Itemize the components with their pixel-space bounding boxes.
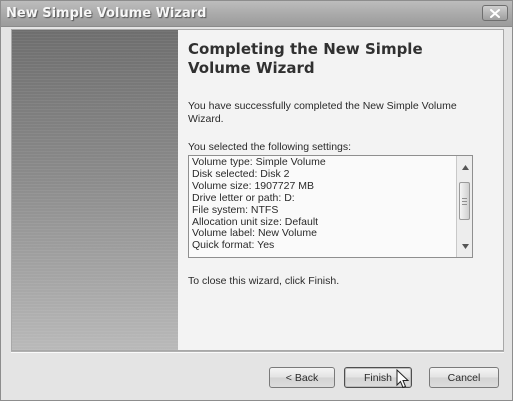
scroll-thumb[interactable] xyxy=(459,182,470,220)
close-instruction: To close this wizard, click Finish. xyxy=(188,275,340,287)
chevron-down-icon xyxy=(461,243,469,249)
back-button[interactable]: < Back xyxy=(269,367,335,388)
close-icon xyxy=(490,8,500,18)
setting-drive-letter: Drive letter or path: D: xyxy=(192,191,295,204)
settings-list: Volume type: Simple Volume Disk selected… xyxy=(192,156,454,252)
settings-summary-box[interactable]: Volume type: Simple Volume Disk selected… xyxy=(188,155,473,258)
scroll-down-button[interactable] xyxy=(459,240,471,252)
grip-icon xyxy=(462,197,467,205)
wizard-main-area: Completing the New Simple Volume Wizard … xyxy=(178,30,503,350)
setting-file-system: File system: NTFS xyxy=(192,203,279,216)
close-button[interactable] xyxy=(482,5,508,21)
success-message: You have successfully completed the New … xyxy=(188,100,457,125)
cancel-button[interactable]: Cancel xyxy=(429,367,499,388)
setting-quick-format: Quick format: Yes xyxy=(192,239,275,252)
window-title: New Simple Volume Wizard xyxy=(6,6,207,21)
wizard-content: Completing the New Simple Volume Wizard … xyxy=(11,29,504,351)
scroll-up-button[interactable] xyxy=(459,161,471,173)
footer-divider xyxy=(11,351,504,353)
title-bar[interactable]: New Simple Volume Wizard xyxy=(1,1,512,27)
page-title: Completing the New Simple Volume Wizard xyxy=(188,40,423,77)
chevron-up-icon xyxy=(461,164,469,170)
settings-scrollbar[interactable] xyxy=(456,156,472,257)
settings-label: You selected the following settings: xyxy=(188,141,352,153)
wizard-window: New Simple Volume Wizard Completing the … xyxy=(0,0,513,401)
mouse-pointer-icon xyxy=(396,369,410,389)
wizard-side-banner xyxy=(12,30,178,350)
setting-volume-size: Volume size: 1907727 MB xyxy=(192,179,314,192)
